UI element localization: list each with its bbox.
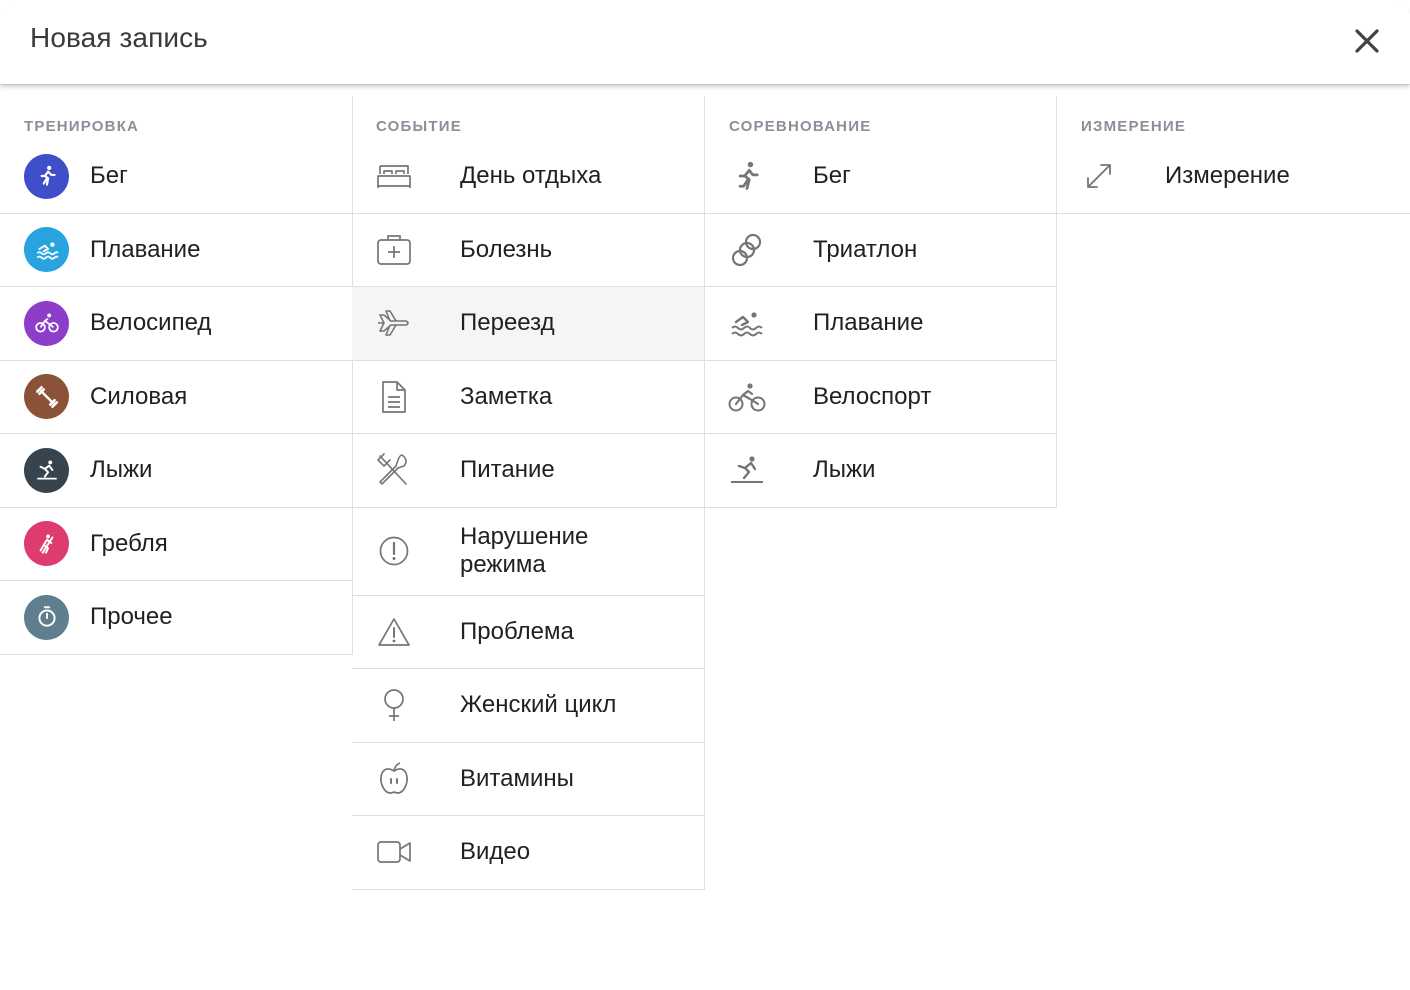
dialog-title: Новая запись (30, 22, 208, 53)
event-item-rest-day[interactable]: День отдыха (352, 140, 704, 214)
dialog-header: Новая запись (0, 0, 1410, 84)
workout-item-label: Прочее (90, 603, 173, 631)
event-item-label: Заметка (460, 382, 553, 410)
competition-item-label: Плавание (813, 309, 924, 337)
competition-item-run[interactable]: Бег (705, 140, 1056, 214)
airplane-icon (374, 303, 414, 343)
event-item-illness[interactable]: Болезнь (352, 214, 704, 287)
workout-item-other[interactable]: Прочее (0, 581, 352, 655)
event-item-label: Питание (460, 456, 555, 484)
competition-item-triathlon[interactable]: Триатлон (705, 214, 1056, 287)
female-icon (374, 685, 414, 725)
workout-column: Тренировка Бег Плавание Велосипед (0, 96, 353, 655)
event-item-label: Видео (460, 838, 531, 866)
exclamation-circle-icon (374, 531, 414, 571)
close-icon (1355, 29, 1379, 53)
workout-item-label: Бег (90, 162, 128, 190)
event-item-nutrition[interactable]: Питание (352, 434, 704, 508)
bed-icon (374, 156, 414, 196)
workout-item-run[interactable]: Бег (0, 140, 352, 214)
event-item-regime-violation[interactable]: Нарушение режима (352, 508, 704, 596)
event-item-label: Витамины (460, 764, 574, 792)
event-item-problem[interactable]: Проблема (352, 596, 704, 669)
dumbbell-icon (24, 374, 69, 420)
ski-icon (727, 450, 767, 490)
event-item-female-cycle[interactable]: Женский цикл (352, 669, 704, 743)
event-item-travel[interactable]: Переезд (352, 287, 704, 361)
measurement-column: Измерение Измерение (1057, 96, 1410, 214)
apple-icon (374, 759, 414, 799)
bike-icon (727, 377, 767, 417)
note-icon (374, 377, 414, 417)
event-item-label: Женский цикл (460, 691, 617, 719)
run-icon (727, 156, 767, 196)
stopwatch-icon (24, 594, 69, 640)
resize-arrows-icon (1079, 156, 1119, 196)
competition-item-label: Велоспорт (813, 382, 932, 410)
event-column: Событие День отдыха Болезнь Переезд (352, 96, 705, 890)
triathlon-rings-icon (727, 230, 767, 270)
measurement-column-header: Измерение (1081, 118, 1187, 135)
entry-type-columns: Тренировка Бег Плавание Велосипед (0, 96, 1410, 990)
workout-item-rowing[interactable]: Гребля (0, 508, 352, 581)
event-item-note[interactable]: Заметка (352, 361, 704, 434)
workout-item-label: Велосипед (90, 309, 212, 337)
rowing-icon (24, 521, 69, 567)
measurement-item[interactable]: Измерение (1057, 140, 1410, 214)
ski-icon (24, 447, 69, 493)
event-item-label: День отдыха (460, 162, 602, 190)
new-entry-dialog: Новая запись Тренировка Бег Плавание (0, 0, 1410, 990)
workout-item-label: Силовая (90, 382, 188, 410)
event-item-vitamins[interactable]: Витамины (352, 743, 704, 816)
bike-icon (24, 300, 69, 346)
utensils-icon (374, 450, 414, 490)
workout-item-label: Плавание (90, 235, 201, 263)
measurement-item-label: Измерение (1165, 162, 1290, 190)
event-item-label: Проблема (460, 617, 574, 645)
video-icon (374, 832, 414, 872)
warning-triangle-icon (374, 612, 414, 652)
workout-item-ski[interactable]: Лыжи (0, 434, 352, 508)
competition-column-header: Соревнование (729, 118, 872, 135)
competition-item-label: Бег (813, 162, 851, 190)
close-button[interactable] (1346, 20, 1388, 62)
competition-item-label: Триатлон (813, 235, 918, 263)
competition-column: Соревнование Бег Триатлон Плавание (705, 96, 1057, 508)
workout-item-label: Лыжи (90, 456, 153, 484)
event-column-header: Событие (376, 118, 462, 135)
event-item-label: Болезнь (460, 235, 553, 263)
workout-item-label: Гребля (90, 529, 168, 557)
competition-item-label: Лыжи (813, 456, 876, 484)
event-item-label: Нарушение режима (460, 523, 589, 578)
event-item-label: Переезд (460, 309, 555, 337)
workout-column-header: Тренировка (24, 118, 140, 135)
workout-item-bike[interactable]: Велосипед (0, 287, 352, 361)
run-icon (24, 153, 69, 199)
competition-item-ski[interactable]: Лыжи (705, 434, 1056, 508)
workout-item-swim[interactable]: Плавание (0, 214, 352, 287)
competition-item-cycling[interactable]: Велоспорт (705, 361, 1056, 434)
medkit-icon (374, 230, 414, 270)
event-item-video[interactable]: Видео (352, 816, 704, 890)
competition-item-swim[interactable]: Плавание (705, 287, 1056, 361)
swim-icon (24, 227, 69, 273)
swim-icon (727, 303, 767, 343)
workout-item-strength[interactable]: Силовая (0, 361, 352, 434)
